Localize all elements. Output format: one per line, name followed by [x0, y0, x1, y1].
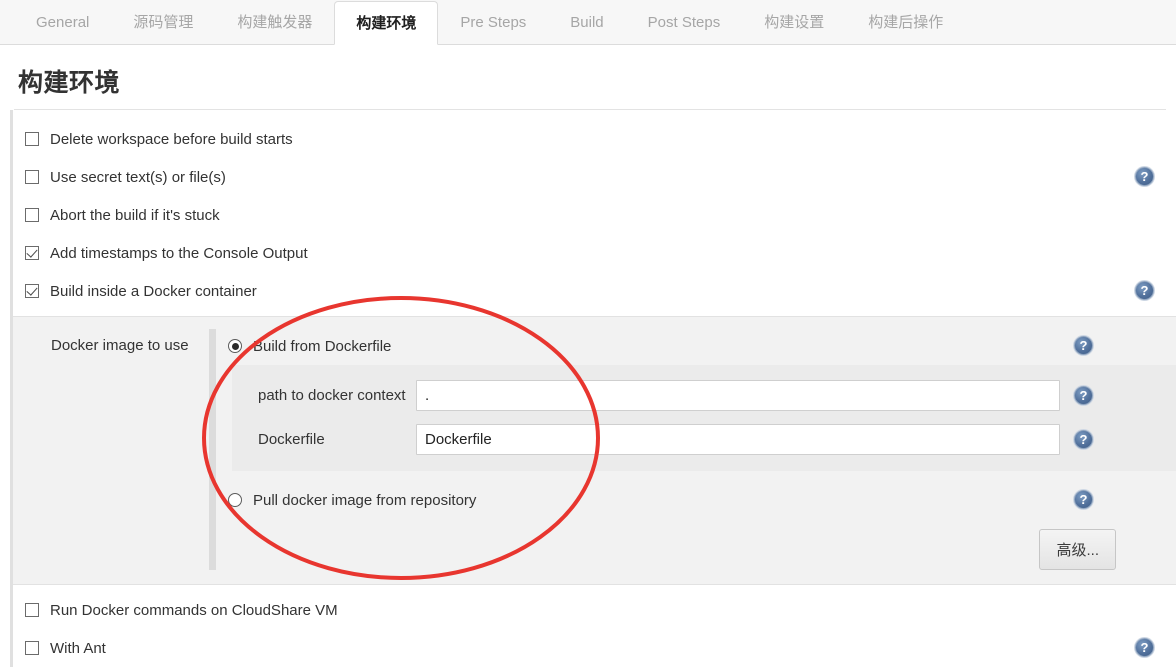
radio-build-from-dockerfile[interactable]: [228, 339, 242, 353]
checkbox-label-use-secret-text: Use secret text(s) or file(s): [50, 168, 226, 186]
checkbox-label-add-timestamps: Add timestamps to the Console Output: [50, 244, 308, 262]
checkbox-row-with-ant[interactable]: With Ant: [13, 629, 1176, 667]
checkbox-row-use-secret-text[interactable]: Use secret text(s) or file(s): [13, 158, 1176, 196]
docker-image-panel: Docker image to use Build from Dockerfil…: [13, 316, 1176, 585]
field-row-docker-context: path to docker context: [232, 373, 1176, 417]
help-icon-pull-docker-image[interactable]: [1074, 490, 1093, 509]
radio-row-build-from-dockerfile[interactable]: Build from Dockerfile: [216, 331, 1176, 361]
radio-label-pull-docker-image: Pull docker image from repository: [253, 491, 477, 509]
input-docker-context[interactable]: [416, 379, 1060, 411]
checkbox-add-timestamps[interactable]: [25, 246, 39, 260]
panel-separator: [209, 329, 216, 570]
checkbox-row-run-docker-cloudshare[interactable]: Run Docker commands on CloudShare VM: [13, 591, 1176, 629]
field-label-docker-context: path to docker context: [258, 386, 406, 404]
tab-source-code-management[interactable]: 源码管理: [111, 0, 215, 44]
checkbox-run-docker-cloudshare[interactable]: [25, 603, 39, 617]
tab-post-build-actions[interactable]: 构建后操作: [846, 0, 965, 44]
checkbox-row-abort-stuck-build[interactable]: Abort the build if it's stuck: [13, 196, 1176, 234]
help-icon-with-ant[interactable]: [1135, 638, 1154, 657]
checkbox-label-delete-workspace: Delete workspace before build starts: [50, 130, 293, 148]
tab-build-triggers[interactable]: 构建触发器: [215, 0, 334, 44]
build-environment-form: Delete workspace before build starts Use…: [10, 110, 1176, 667]
tab-general[interactable]: General: [14, 0, 111, 44]
checkbox-label-abort-stuck-build: Abort the build if it's stuck: [50, 206, 220, 224]
help-icon-docker-context[interactable]: [1074, 386, 1093, 405]
tab-post-steps[interactable]: Post Steps: [626, 0, 743, 44]
checkbox-with-ant[interactable]: [25, 641, 39, 655]
checkbox-build-inside-docker[interactable]: [25, 284, 39, 298]
help-icon-use-secret-text[interactable]: [1135, 167, 1154, 186]
checkbox-row-add-timestamps[interactable]: Add timestamps to the Console Output: [13, 234, 1176, 272]
advanced-button-container: 高级...: [216, 529, 1176, 570]
checkbox-abort-stuck-build[interactable]: [25, 208, 39, 222]
checkbox-label-with-ant: With Ant: [50, 639, 106, 657]
checkbox-delete-workspace[interactable]: [25, 132, 39, 146]
docker-image-caption: Docker image to use: [51, 337, 189, 354]
help-icon-build-from-dockerfile[interactable]: [1074, 336, 1093, 355]
tab-build-environment[interactable]: 构建环境: [334, 1, 439, 45]
checkbox-label-build-inside-docker: Build inside a Docker container: [50, 282, 257, 300]
field-label-dockerfile: Dockerfile: [258, 430, 325, 448]
checkbox-use-secret-text[interactable]: [25, 170, 39, 184]
radio-pull-docker-image[interactable]: [228, 493, 242, 507]
checkbox-row-delete-workspace[interactable]: Delete workspace before build starts: [13, 120, 1176, 158]
docker-image-options: Build from Dockerfile path to docker con…: [216, 331, 1176, 570]
checkbox-label-run-docker-cloudshare: Run Docker commands on CloudShare VM: [50, 601, 338, 619]
tab-bar: General 源码管理 构建触发器 构建环境 Pre Steps Build …: [0, 0, 1176, 45]
dockerfile-fields-panel: path to docker context Dockerfile: [232, 365, 1176, 471]
radio-row-pull-docker-image[interactable]: Pull docker image from repository: [216, 485, 1176, 515]
field-row-dockerfile: Dockerfile: [232, 417, 1176, 461]
advanced-button[interactable]: 高级...: [1039, 529, 1116, 570]
tab-pre-steps[interactable]: Pre Steps: [438, 0, 548, 44]
help-icon-build-inside-docker[interactable]: [1135, 281, 1154, 300]
tab-build-settings[interactable]: 构建设置: [742, 0, 846, 44]
radio-label-build-from-dockerfile: Build from Dockerfile: [253, 337, 392, 355]
page-content: 构建环境 Delete workspace before build start…: [0, 45, 1176, 667]
checkbox-row-build-inside-docker[interactable]: Build inside a Docker container: [13, 272, 1176, 310]
input-dockerfile[interactable]: [416, 423, 1060, 455]
help-icon-dockerfile[interactable]: [1074, 430, 1093, 449]
page-title: 构建环境: [18, 69, 121, 97]
tab-build[interactable]: Build: [548, 0, 625, 44]
docker-image-row: Docker image to use Build from Dockerfil…: [13, 329, 1176, 570]
